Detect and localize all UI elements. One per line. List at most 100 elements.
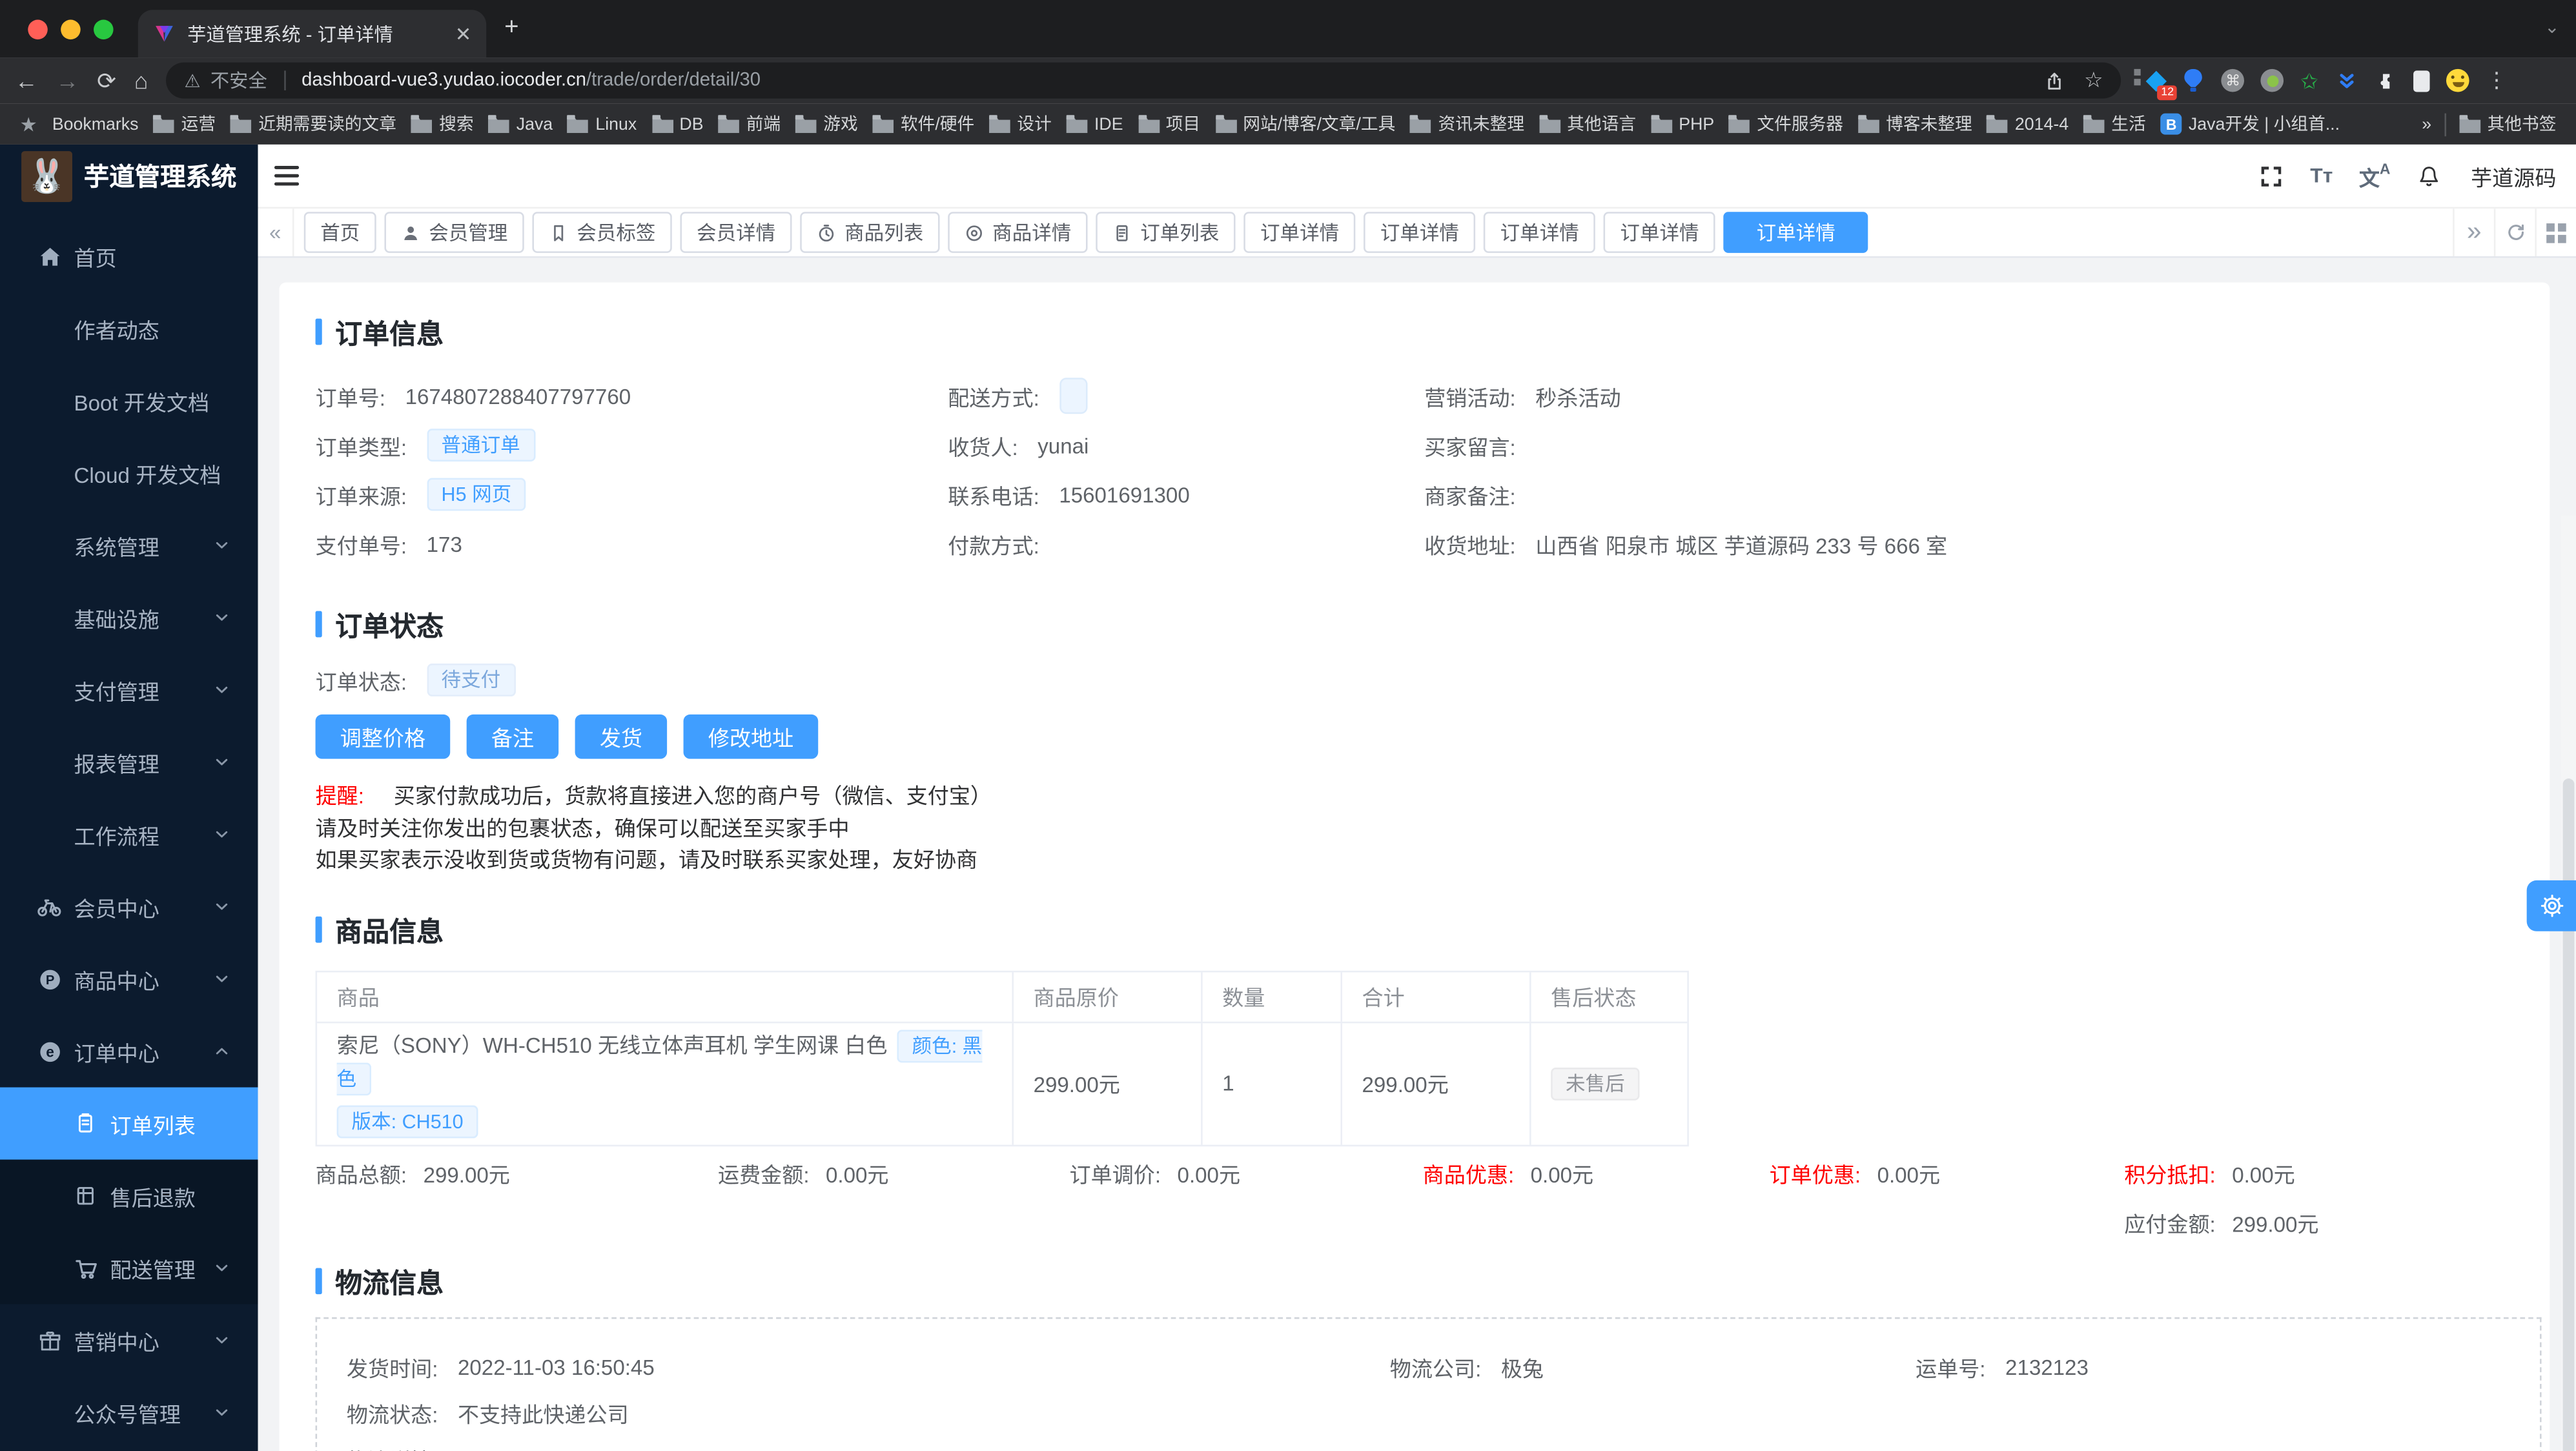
home-icon[interactable]: ⌂ [134, 69, 148, 92]
tab-order-detail[interactable]: 订单详情 [1603, 212, 1716, 253]
address-bar[interactable]: ⚠ 不安全 dashboard-vue3.yudao.iocoder.cn/tr… [166, 62, 2121, 99]
bookmark-folder[interactable]: 近期需要读的文章 [230, 112, 396, 136]
font-size-icon[interactable]: Tᴛ [2310, 164, 2333, 187]
close-tab-icon[interactable]: ✕ [455, 22, 472, 45]
remark-button[interactable]: 备注 [466, 715, 559, 760]
bookmark-folder[interactable]: Java [488, 114, 553, 134]
bookmark-folder[interactable]: Linux [567, 114, 637, 134]
bookmark-folder[interactable]: 其他语言 [1539, 112, 1636, 136]
ext-panel-icon[interactable] [2413, 70, 2430, 92]
security-warning-icon[interactable]: ⚠ [185, 70, 201, 92]
settings-gear-button[interactable] [2526, 880, 2576, 931]
bookmark-folder[interactable]: 项目 [1138, 112, 1200, 136]
ext-record-icon[interactable] [2260, 68, 2284, 92]
tab-order-list[interactable]: 订单列表 [1096, 212, 1236, 253]
bookmark-b-item[interactable]: B Java开发 | 小组首... [2160, 112, 2340, 136]
fullscreen-icon[interactable] [2259, 163, 2284, 188]
ext-diamond-icon[interactable]: 12 [2134, 68, 2178, 101]
tab-order-detail[interactable]: 订单详情 [1243, 212, 1356, 253]
bookmark-star-icon[interactable]: ☆ [2084, 67, 2103, 94]
scrollbar-thumb[interactable] [2562, 778, 2575, 1451]
gear-icon [2540, 895, 2563, 917]
sidebar-item-member-center[interactable]: 会员中心 [0, 871, 258, 943]
tab-member-tags[interactable]: 会员标签 [532, 212, 672, 253]
bookmark-folder[interactable]: 搜索 [411, 112, 474, 136]
scrollbar-track[interactable] [2561, 516, 2576, 1451]
profile-avatar[interactable] [2446, 68, 2469, 92]
sidebar-item-payment[interactable]: 支付管理 [0, 654, 258, 726]
bookmark-folder[interactable]: 2014-4 [1987, 114, 2069, 134]
new-tab-button[interactable]: + [504, 13, 518, 41]
extensions-puzzle-icon[interactable] [2374, 69, 2397, 92]
sidebar-item-cloud-docs[interactable]: Cloud 开发文档 [0, 437, 258, 509]
sidebar-item-boot-docs[interactable]: Boot 开发文档 [0, 365, 258, 437]
tab-order-detail[interactable]: 订单详情 [1484, 212, 1596, 253]
bookmark-folder[interactable]: 资讯未整理 [1410, 112, 1524, 136]
bookmark-folder[interactable]: 网站/博客/文章/工具 [1215, 112, 1395, 136]
locale-icon[interactable]: 文A [2359, 160, 2390, 191]
window-controls[interactable] [28, 19, 114, 40]
bookmarks-label[interactable]: Bookmarks [52, 114, 139, 134]
tab-member-detail[interactable]: 会员详情 [680, 212, 792, 253]
sidebar-item-official-account[interactable]: 公众号管理 [0, 1376, 258, 1448]
bookmark-folder[interactable]: 游戏 [795, 112, 858, 136]
share-icon[interactable] [2043, 70, 2064, 91]
modify-address-button[interactable]: 修改地址 [683, 715, 819, 760]
adjust-price-button[interactable]: 调整价格 [315, 715, 451, 760]
tabs-scroll-left-icon[interactable]: « [258, 208, 294, 256]
bookmark-folder[interactable]: 软件/硬件 [872, 112, 974, 136]
app-logo[interactable]: 🐰 芋道管理系统 [0, 145, 258, 207]
zoom-window-button[interactable] [94, 19, 114, 40]
ship-button[interactable]: 发货 [575, 715, 668, 760]
bookmark-folder[interactable]: 文件服务器 [1729, 112, 1843, 136]
tab-product-detail[interactable]: 商品详情 [948, 212, 1088, 253]
ext-chevrons-icon[interactable] [2335, 69, 2358, 92]
bookmarks-overflow-chevron[interactable]: » [2422, 114, 2431, 134]
sidebar-item-order-list[interactable]: 订单列表 [0, 1087, 258, 1160]
back-icon[interactable]: ← [15, 69, 38, 92]
username[interactable]: 芋道源码 [2471, 160, 2556, 191]
tab-member-management[interactable]: 会员管理 [384, 212, 524, 253]
bookmark-folder[interactable]: 生活 [2083, 112, 2146, 136]
ext-balloon-icon[interactable] [2182, 68, 2205, 92]
bookmark-folder[interactable]: 运营 [153, 112, 216, 136]
bookmark-folder[interactable]: IDE [1066, 114, 1123, 134]
collapse-sidebar-icon[interactable] [274, 166, 300, 186]
other-bookmarks[interactable]: 其他书签 [2459, 112, 2556, 136]
sidebar-item-report[interactable]: 报表管理 [0, 726, 258, 798]
sidebar-item-product-center[interactable]: P 商品中心 [0, 943, 258, 1015]
notification-bell-icon[interactable] [2417, 163, 2441, 188]
sidebar-item-home[interactable]: 首页 [0, 220, 258, 292]
minimize-window-button[interactable] [61, 19, 81, 40]
tab-order-detail[interactable]: 订单详情 [1364, 212, 1476, 253]
reload-icon[interactable]: ⟳ [97, 69, 116, 92]
sidebar-item-author-news[interactable]: 作者动态 [0, 292, 258, 365]
ext-command-icon[interactable]: ⌘ [2221, 68, 2245, 92]
ext-star-icon[interactable]: ✩ [2300, 70, 2318, 91]
browser-menu-icon[interactable]: ⋮ [2486, 67, 2507, 94]
sidebar-item-workflow[interactable]: 工作流程 [0, 798, 258, 871]
layout-grid-icon[interactable] [2535, 208, 2576, 256]
extension-icons: 12 ⌘ ✩ ⋮ [2134, 67, 2507, 101]
sidebar-item-system[interactable]: 系统管理 [0, 509, 258, 582]
tab-order-detail-active[interactable]: 订单详情 [1723, 212, 1868, 253]
refresh-icon[interactable] [2493, 208, 2535, 256]
tab-product-list[interactable]: 商品列表 [800, 212, 940, 253]
browser-tab[interactable]: 芋道管理系统 - 订单详情 ✕ [138, 10, 487, 58]
bookmark-folder[interactable]: PHP [1651, 114, 1714, 134]
sidebar-item-infra[interactable]: 基础设施 [0, 582, 258, 654]
sidebar-item-after-sale-refund[interactable]: 售后退款 [0, 1160, 258, 1232]
bookmarks-star-icon[interactable]: ★ [20, 112, 37, 136]
bookmark-folder[interactable]: 前端 [718, 112, 781, 136]
tab-home[interactable]: 首页 [303, 212, 376, 253]
bookmark-folder[interactable]: 设计 [989, 112, 1052, 136]
sidebar-item-delivery-management[interactable]: 配送管理 [0, 1232, 258, 1304]
bookmark-folder[interactable]: 博客未整理 [1858, 112, 1972, 136]
forward-icon[interactable]: → [56, 69, 79, 92]
sidebar-item-order-center[interactable]: e 订单中心 [0, 1015, 258, 1088]
tab-search-icon[interactable]: ⌄ [2544, 16, 2559, 38]
sidebar-item-marketing-center[interactable]: 营销中心 [0, 1304, 258, 1376]
tabs-scroll-right-icon[interactable]: » [2453, 208, 2494, 256]
close-window-button[interactable] [28, 19, 48, 40]
bookmark-folder[interactable]: DB [651, 114, 704, 134]
